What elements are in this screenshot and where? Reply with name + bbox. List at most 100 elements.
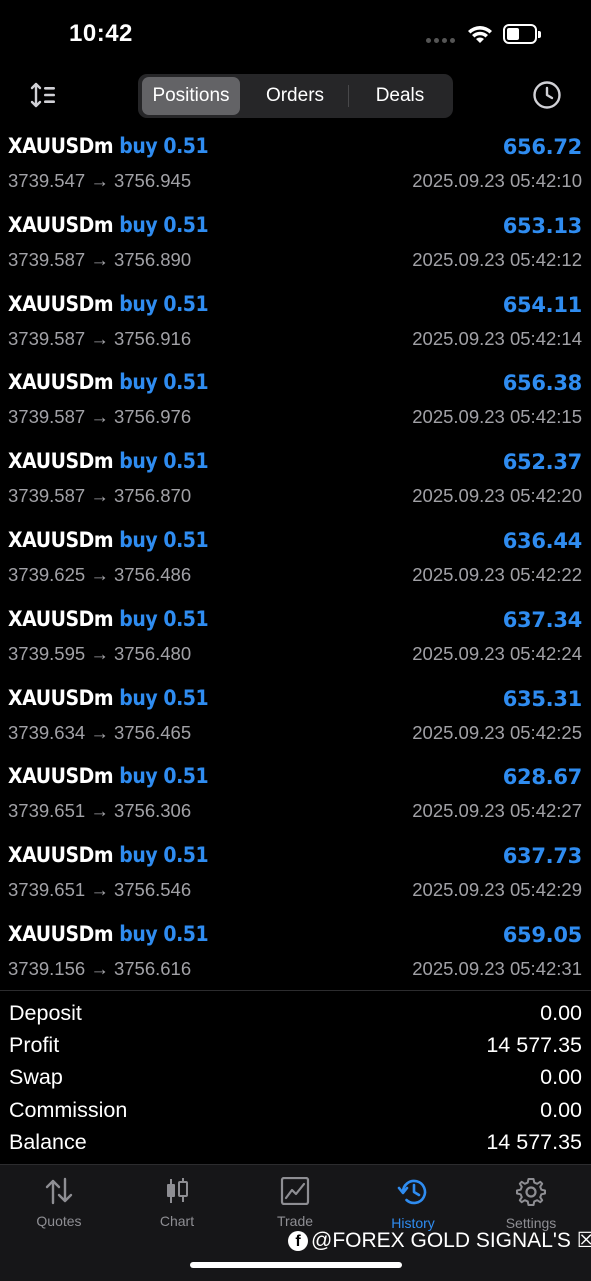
tabbar-history[interactable]: History <box>354 1177 472 1231</box>
deal-row[interactable]: XAUUSDm buy 0.51 659.05 3739.156 → 3756.61… <box>0 918 591 997</box>
deal-profit: 636.44 <box>502 528 583 553</box>
deal-time: 2025.09.23 05:42:12 <box>412 248 582 270</box>
history-clock-icon[interactable] <box>532 80 562 110</box>
summary-label: Commission <box>9 1097 128 1122</box>
deal-time: 2025.09.23 05:42:24 <box>412 642 582 664</box>
deal-close-price: 3756.546 <box>113 879 192 901</box>
deal-side-volume: buy 0.51 <box>119 212 209 237</box>
segment-divider <box>348 85 349 107</box>
deal-open-price: 3739.595 <box>8 642 86 664</box>
tabbar-chart[interactable]: Chart <box>118 1177 236 1229</box>
deal-prices: 3739.587 → 3756.870 <box>8 485 191 507</box>
candlestick-chart-icon <box>167 1178 188 1203</box>
tab-positions[interactable]: Positions <box>142 77 240 115</box>
deal-side-volume: buy 0.51 <box>119 921 209 946</box>
watermark: f @FOREX GOLD SIGNAL'S ☒ <box>288 1228 591 1253</box>
deal-symbol: XAUUSDm buy 0.51 <box>8 212 209 237</box>
deal-time: 2025.09.23 05:42:31 <box>412 957 582 979</box>
summary-divider <box>0 990 591 991</box>
deal-prices: 3739.156 → 3756.616 <box>8 958 191 980</box>
gear-icon <box>516 1178 546 1206</box>
deal-prices: 3739.587 → 3756.916 <box>8 328 191 350</box>
deal-row[interactable]: XAUUSDm buy 0.51 635.31 3739.634 → 3756.46… <box>0 682 591 761</box>
deal-row[interactable]: XAUUSDm buy 0.51 652.37 3739.587 → 3756.87… <box>0 445 591 524</box>
deal-row[interactable]: XAUUSDm buy 0.51 637.34 3739.595 → 3756.48… <box>0 603 591 682</box>
tab-deals[interactable]: Deals <box>350 77 450 115</box>
deal-time: 2025.09.23 05:42:15 <box>412 406 582 428</box>
deal-time: 2025.09.23 05:42:10 <box>412 170 582 191</box>
deal-prices: 3739.595 → 3756.480 <box>8 643 191 665</box>
deal-row[interactable]: XAUUSDm buy 0.51 654.11 3739.587 → 3756.91… <box>0 288 591 367</box>
facebook-icon: f <box>288 1230 308 1251</box>
deal-close-price: 3756.465 <box>113 721 192 743</box>
deal-time: 2025.09.23 05:42:25 <box>412 721 582 743</box>
deal-symbol-name: XAUUSDm <box>8 212 114 237</box>
deal-close-price: 3756.916 <box>113 327 192 349</box>
deal-profit: 637.34 <box>502 607 583 632</box>
summary-row-profit: Profit 14 577.35 <box>0 1029 591 1061</box>
deal-side-volume: buy 0.51 <box>119 291 209 316</box>
tabbar-label: Quotes <box>36 1213 82 1229</box>
quotes-arrows-icon <box>45 1177 73 1205</box>
deal-symbol-name: XAUUSDm <box>8 685 114 710</box>
deal-row[interactable]: XAUUSDm buy 0.51 656.38 3739.587 → 3756.97… <box>0 366 591 445</box>
tabbar-quotes[interactable]: Quotes <box>0 1177 118 1229</box>
deal-symbol: XAUUSDm buy 0.51 <box>8 685 209 710</box>
arrow-right-icon: → <box>90 170 109 191</box>
deal-close-price: 3756.486 <box>113 563 192 585</box>
arrow-right-icon: → <box>90 800 109 822</box>
deal-side-volume: buy 0.51 <box>119 606 209 631</box>
summary-section: Deposit 0.00 Profit 14 577.35 Swap 0.00 Commis… <box>0 997 591 1158</box>
status-bar: 10:42 <box>0 0 591 70</box>
arrow-right-icon: → <box>90 406 109 428</box>
deal-close-price: 3756.306 <box>113 800 192 822</box>
deal-row[interactable]: XAUUSDm buy 0.51 656.72 3739.547 → 3756.94… <box>0 130 591 209</box>
wifi-icon <box>468 26 492 43</box>
deal-side-volume: buy 0.51 <box>119 370 209 395</box>
deal-time: 2025.09.23 05:42:14 <box>412 327 582 349</box>
deal-symbol: XAUUSDm buy 0.51 <box>8 843 209 867</box>
deal-symbol: XAUUSDm buy 0.51 <box>8 764 209 788</box>
deal-open-price: 3739.587 <box>8 406 86 428</box>
arrow-right-icon: → <box>90 721 109 743</box>
segmented-control: Positions Orders Deals <box>138 74 453 118</box>
deal-row[interactable]: XAUUSDm buy 0.51 636.44 3739.625 → 3756.48… <box>0 524 591 603</box>
deal-profit: 637.73 <box>502 844 583 869</box>
deal-open-price: 3739.625 <box>8 563 86 585</box>
deal-time: 2025.09.23 05:42:29 <box>412 879 582 901</box>
arrow-right-icon: → <box>90 879 109 901</box>
deal-row[interactable]: XAUUSDm buy 0.51 628.67 3739.651 → 3756.30… <box>0 760 591 839</box>
tab-orders[interactable]: Orders <box>244 77 346 115</box>
arrow-right-icon: → <box>90 563 109 585</box>
deal-prices: 3739.651 → 3756.546 <box>8 879 191 901</box>
summary-label: Balance <box>9 1129 87 1154</box>
tabbar-trade[interactable]: Trade <box>236 1177 354 1229</box>
deal-close-price: 3756.945 <box>113 170 192 191</box>
deal-row[interactable]: XAUUSDm buy 0.51 653.13 3739.587 → 3756.89… <box>0 209 591 288</box>
arrow-right-icon: → <box>90 485 109 507</box>
tabbar-settings[interactable]: Settings <box>472 1177 590 1231</box>
summary-row-commission: Commission 0.00 <box>0 1094 591 1126</box>
summary-value: 14 577.35 <box>486 1129 582 1154</box>
deal-profit: 656.72 <box>502 135 583 159</box>
tabbar-label: Chart <box>159 1213 195 1229</box>
home-indicator[interactable] <box>190 1262 402 1268</box>
deal-symbol-name: XAUUSDm <box>8 370 114 395</box>
deal-time: 2025.09.23 05:42:22 <box>412 563 582 585</box>
deal-profit: 654.11 <box>502 292 583 317</box>
deal-symbol-name: XAUUSDm <box>8 449 114 474</box>
summary-row-deposit: Deposit 0.00 <box>0 997 591 1029</box>
deal-row[interactable]: XAUUSDm buy 0.51 637.73 3739.651 → 3756.54… <box>0 839 591 918</box>
deal-profit: 656.38 <box>502 371 583 396</box>
trade-chart-icon <box>280 1177 310 1205</box>
deal-profit: 652.37 <box>502 450 583 475</box>
deal-prices: 3739.634 → 3756.465 <box>8 722 191 744</box>
deal-close-price: 3756.616 <box>113 957 192 979</box>
sort-icon[interactable] <box>30 82 58 108</box>
deal-symbol-name: XAUUSDm <box>8 606 114 631</box>
deal-open-price: 3739.634 <box>8 721 86 743</box>
deal-close-price: 3756.870 <box>113 485 192 507</box>
deal-open-price: 3739.547 <box>8 170 86 191</box>
deal-prices: 3739.651 → 3756.306 <box>8 800 191 822</box>
deal-symbol-name: XAUUSDm <box>8 291 114 316</box>
